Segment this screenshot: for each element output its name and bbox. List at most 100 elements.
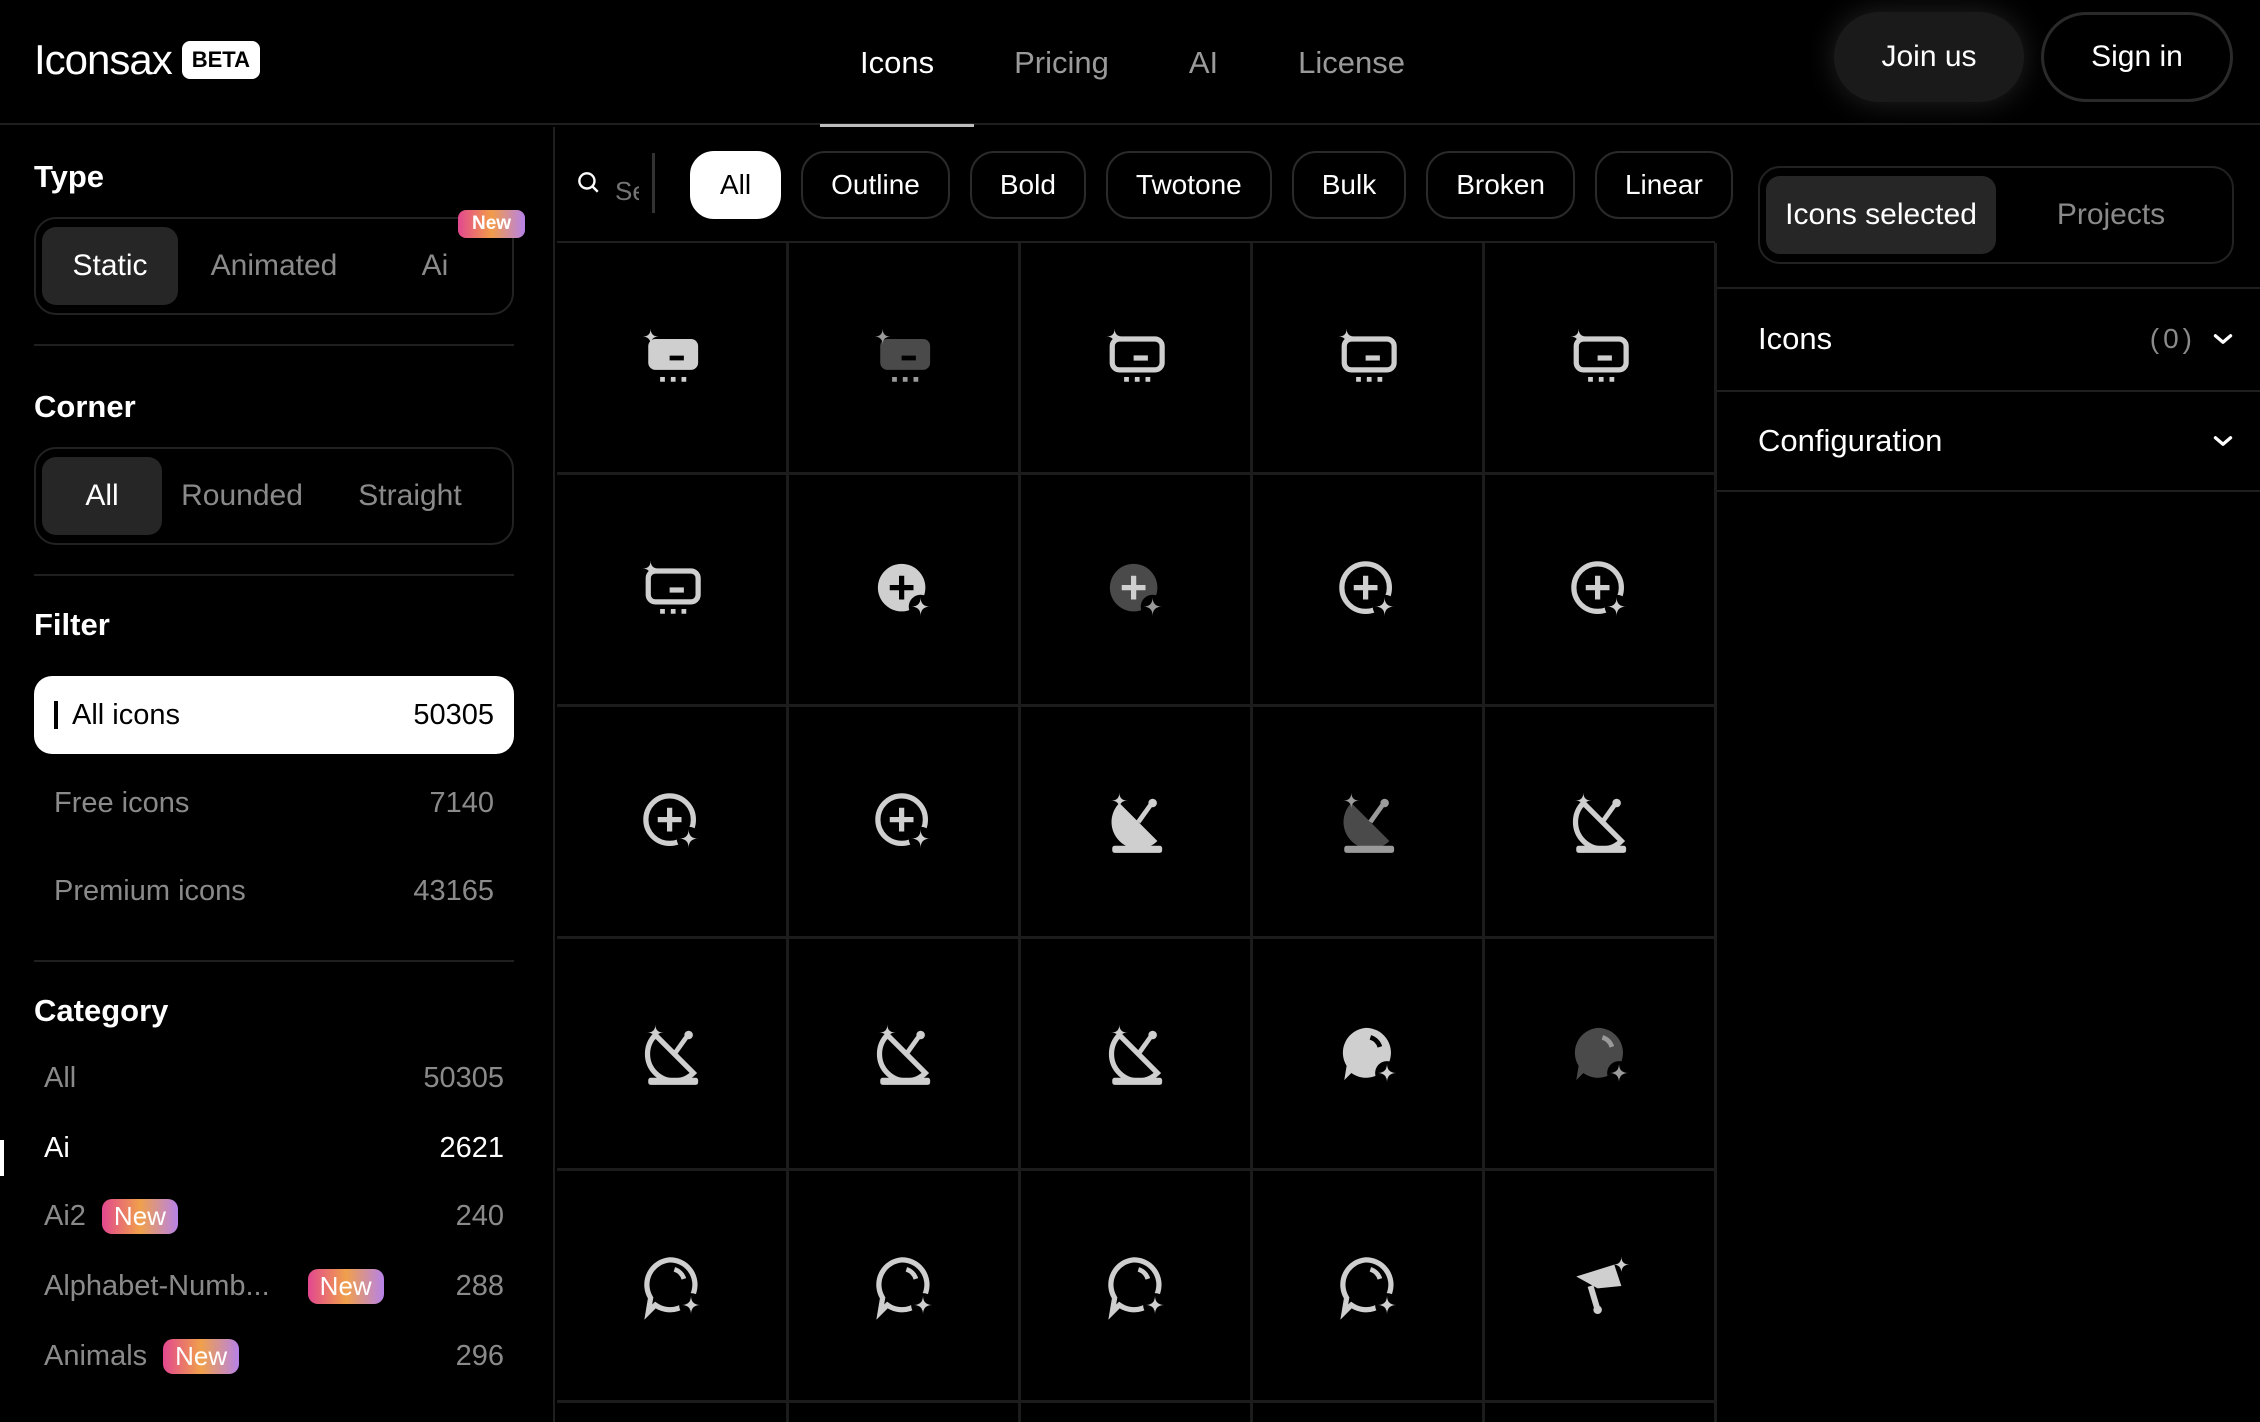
icon-cell[interactable] <box>557 475 789 707</box>
filter-count: 50305 <box>413 698 494 731</box>
icons-accordion-title: Icons <box>1758 321 1833 356</box>
ai-fan-bold-icon <box>1562 1248 1638 1324</box>
icon-cell[interactable] <box>1485 1171 1717 1403</box>
new-badge: New <box>163 1339 240 1374</box>
icon-cell[interactable] <box>1253 243 1485 475</box>
icon-cell[interactable] <box>557 939 789 1171</box>
new-badge: New <box>101 1199 178 1234</box>
icon-cell[interactable] <box>1485 1403 1717 1422</box>
category-count: 240 <box>455 1200 504 1232</box>
style-chip-bold[interactable]: Bold <box>969 151 1086 219</box>
search-icon <box>578 172 599 193</box>
icon-cell[interactable] <box>789 707 1021 939</box>
type-ai[interactable]: Ai <box>370 227 500 305</box>
category-label: Ai2 <box>44 1200 86 1232</box>
configuration-accordion[interactable]: Configuration <box>1717 390 2260 492</box>
category-count: 296 <box>455 1340 504 1372</box>
filter-title: Filter <box>34 607 110 642</box>
icon-cell[interactable] <box>557 1403 789 1422</box>
corner-all[interactable]: All <box>42 457 162 535</box>
tab-projects[interactable]: Projects <box>1996 176 2226 254</box>
icon-cell[interactable] <box>557 1171 789 1403</box>
icon-cell[interactable] <box>1485 475 1717 707</box>
ai-chat-linear-icon <box>634 1248 710 1324</box>
icon-cell[interactable] <box>1021 707 1253 939</box>
icon-cell[interactable] <box>1021 1403 1253 1422</box>
icon-cell[interactable] <box>789 243 1021 475</box>
category-label: Animals <box>44 1340 148 1372</box>
icon-cell[interactable] <box>1021 243 1253 475</box>
ai-chat-bulk-icon <box>1562 1016 1638 1092</box>
style-chip-all[interactable]: All <box>690 151 782 219</box>
icon-cell[interactable] <box>557 707 789 939</box>
active-category-marker <box>0 1140 4 1176</box>
icon-cell[interactable] <box>1253 1171 1485 1403</box>
ai-satellite-bold-icon <box>1098 784 1174 860</box>
beta-badge: BETA <box>181 41 261 79</box>
sign-in-button[interactable]: Sign in <box>2041 12 2233 102</box>
icon-cell[interactable] <box>1021 475 1253 707</box>
ai-card-broken-icon <box>1562 320 1638 396</box>
style-chips: All Outline Bold Twotone Bulk Broken Lin… <box>690 151 1733 219</box>
filter-free-icons[interactable]: Free icons 7140 <box>54 787 494 820</box>
icon-cell[interactable] <box>1253 475 1485 707</box>
logo[interactable]: Iconsax BETA <box>34 36 261 84</box>
icon-cell[interactable] <box>1485 939 1717 1171</box>
icon-cell[interactable] <box>1021 1171 1253 1403</box>
icon-cell[interactable] <box>789 939 1021 1171</box>
icon-cell[interactable] <box>557 243 789 475</box>
ai-chat-bold-icon <box>1330 1016 1406 1092</box>
category-item-all[interactable]: All 50305 <box>44 1062 504 1095</box>
style-chip-broken[interactable]: Broken <box>1426 151 1575 219</box>
icon-cell[interactable] <box>789 1171 1021 1403</box>
icon-cell[interactable] <box>789 1403 1021 1422</box>
icons-accordion[interactable]: Icons (0) <box>1717 287 2260 389</box>
ai-satellite-broken-icon <box>866 1016 942 1092</box>
divider <box>34 574 514 576</box>
icon-cell[interactable] <box>1485 707 1717 939</box>
category-item-alphabet[interactable]: Alphabet-Numb... New 288 <box>44 1269 504 1304</box>
ai-card-outline-icon <box>634 552 710 628</box>
selection-panel: Icons selected Projects Icons (0) Config… <box>1717 127 2260 1422</box>
icon-cell[interactable] <box>789 475 1021 707</box>
style-chip-bulk[interactable]: Bulk <box>1291 151 1407 219</box>
ai-satellite-outline-icon <box>1098 1016 1174 1092</box>
ai-satellite-linear-icon <box>1562 784 1638 860</box>
category-label: Ai <box>44 1132 70 1164</box>
ai-add-circle-linear-icon <box>1330 552 1406 628</box>
category-item-animals[interactable]: Animals New 296 <box>44 1339 504 1374</box>
filter-label: Free icons <box>54 787 190 819</box>
filter-premium-icons[interactable]: Premium icons 43165 <box>54 875 494 908</box>
ai-card-twotone-icon <box>1330 320 1406 396</box>
ai-chat-outline-icon <box>1330 1248 1406 1324</box>
category-item-ai[interactable]: Ai 2621 <box>44 1132 504 1165</box>
ai-satellite-bulk-icon <box>1330 784 1406 860</box>
search-input[interactable] <box>615 171 639 211</box>
icon-cell[interactable] <box>1253 1403 1485 1422</box>
nav-pricing[interactable]: Pricing <box>974 0 1149 125</box>
type-static[interactable]: Static <box>42 227 178 305</box>
tab-icons-selected[interactable]: Icons selected <box>1766 176 1996 254</box>
ai-satellite-twotone-icon <box>634 1016 710 1092</box>
icon-cell[interactable] <box>1253 707 1485 939</box>
filter-label: Premium icons <box>54 875 246 907</box>
style-chip-outline[interactable]: Outline <box>801 151 950 219</box>
style-chip-linear[interactable]: Linear <box>1594 151 1733 219</box>
filter-all-icons[interactable]: All icons 50305 <box>34 676 514 754</box>
icon-cell[interactable] <box>1021 939 1253 1171</box>
join-us-button[interactable]: Join us <box>1834 12 2024 102</box>
type-animated[interactable]: Animated <box>178 227 370 305</box>
style-toolbar: All Outline Bold Twotone Bulk Broken Lin… <box>557 127 1733 243</box>
divider <box>34 344 514 346</box>
category-item-ai2[interactable]: Ai2 New 240 <box>44 1199 504 1234</box>
icon-cell[interactable] <box>1485 243 1717 475</box>
nav-license[interactable]: License <box>1258 0 1445 125</box>
corner-straight[interactable]: Straight <box>322 457 498 535</box>
nav-icons[interactable]: Icons <box>820 0 975 127</box>
nav-ai[interactable]: AI <box>1149 0 1258 125</box>
category-label: Alphabet-Numb... <box>44 1270 270 1302</box>
icon-cell[interactable] <box>1253 939 1485 1171</box>
search-separator <box>652 153 655 213</box>
corner-rounded[interactable]: Rounded <box>162 457 322 535</box>
style-chip-twotone[interactable]: Twotone <box>1105 151 1272 219</box>
